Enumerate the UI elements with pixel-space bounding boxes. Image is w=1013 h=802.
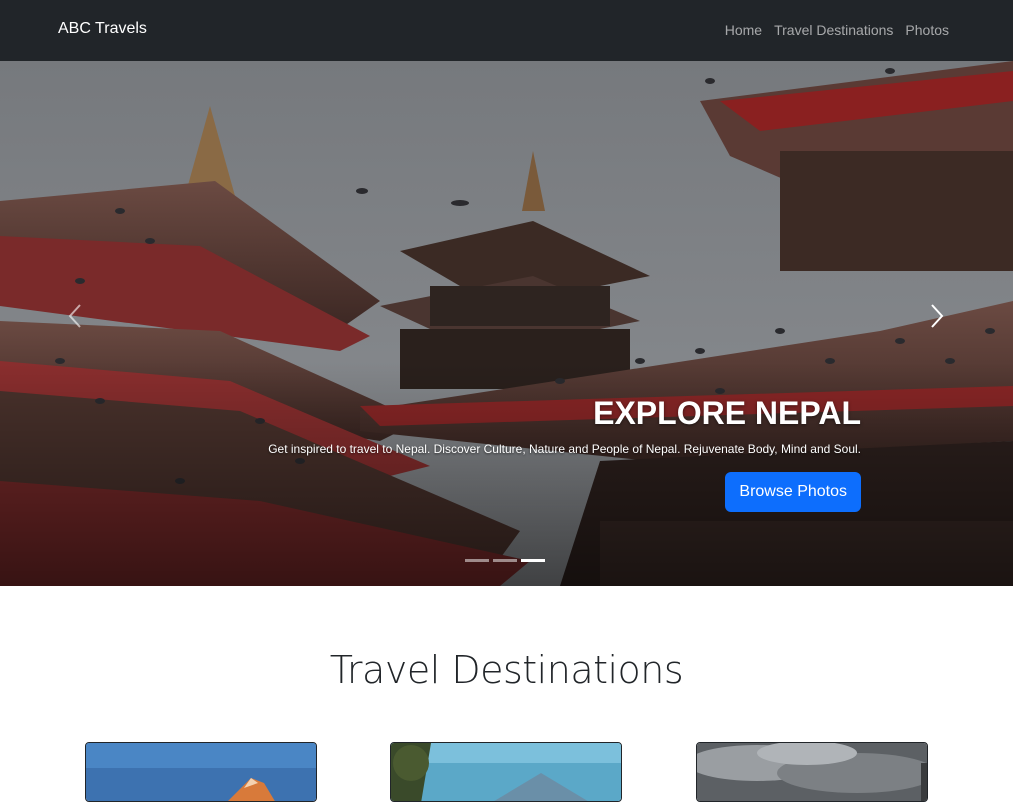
brand-link[interactable]: ABC Travels bbox=[58, 20, 147, 38]
nav-links: Home Travel Destinations Photos bbox=[725, 22, 949, 38]
carousel-next-button[interactable] bbox=[922, 301, 952, 331]
navbar: ABC Travels Home Travel Destinations Pho… bbox=[0, 0, 1013, 61]
mountain-sunset-photo bbox=[86, 743, 316, 801]
carousel-indicator-1[interactable] bbox=[465, 559, 489, 562]
carousel-prev-button[interactable] bbox=[60, 301, 90, 331]
nav-link-travel-destinations[interactable]: Travel Destinations bbox=[774, 22, 893, 38]
section-title: Travel Destinations bbox=[329, 648, 684, 692]
carousel-indicator-2[interactable] bbox=[493, 559, 517, 562]
carousel-caption: EXPLORE NEPAL Get inspired to travel to … bbox=[141, 395, 861, 512]
hero-title: EXPLORE NEPAL bbox=[593, 395, 861, 431]
nav-link-photos[interactable]: Photos bbox=[905, 22, 949, 38]
mountain-trees-photo bbox=[391, 743, 621, 801]
carousel-indicators bbox=[465, 559, 545, 562]
hero-carousel: EXPLORE NEPAL Get inspired to travel to … bbox=[0, 61, 1013, 586]
browse-photos-button[interactable]: Browse Photos bbox=[725, 472, 861, 512]
destination-card-3[interactable] bbox=[696, 742, 928, 802]
nav-link-home[interactable]: Home bbox=[725, 22, 762, 38]
carousel-indicator-3[interactable] bbox=[521, 559, 545, 562]
destination-card-1[interactable] bbox=[85, 742, 317, 802]
chevron-left-icon bbox=[68, 304, 81, 328]
hero-text: Get inspired to travel to Nepal. Discove… bbox=[268, 442, 861, 456]
cloudy-sky-photo bbox=[697, 743, 927, 801]
destination-card-2[interactable] bbox=[390, 742, 622, 802]
chevron-right-icon bbox=[931, 304, 944, 328]
